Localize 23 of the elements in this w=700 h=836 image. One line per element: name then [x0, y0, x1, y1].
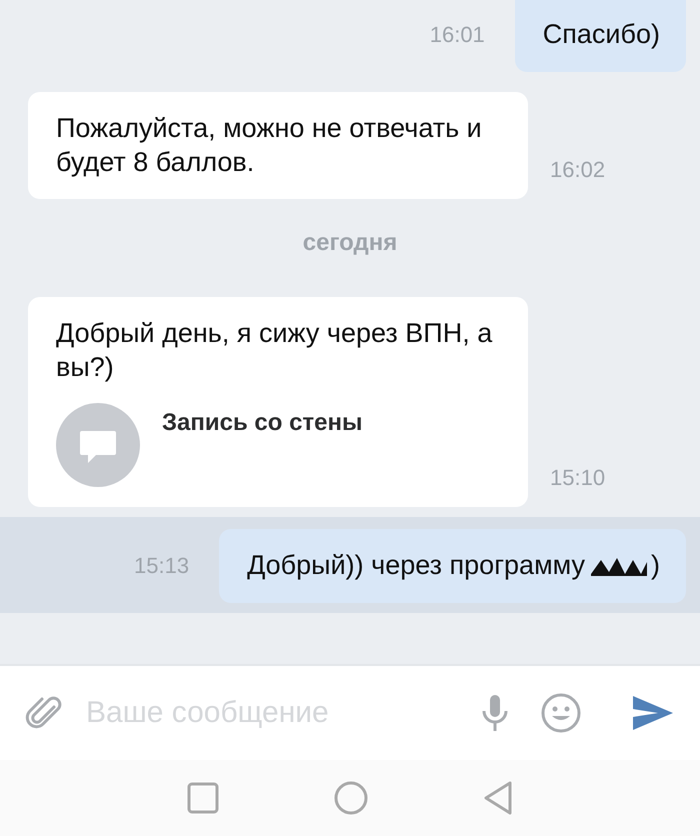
- square-icon[interactable]: [187, 782, 219, 814]
- circle-icon[interactable]: [334, 781, 368, 815]
- message-time: 16:01: [430, 22, 485, 48]
- microphone-icon[interactable]: [480, 693, 510, 733]
- attachment-title[interactable]: Запись со стены: [162, 408, 363, 437]
- message-bubble[interactable]: Спасибо): [514, 0, 686, 72]
- date-separator: сегодня: [302, 229, 398, 258]
- message-text: ): [651, 548, 660, 582]
- message-time: 15:13: [134, 552, 190, 579]
- message-time: 15:10: [550, 464, 606, 491]
- message-bubble[interactable]: Добрый день, я сижу через ВПН, а вы?) Запись со стены: [28, 297, 528, 507]
- message-time: 16:02: [550, 157, 606, 184]
- selected-message-row[interactable]: 15:13 Добрый)) через программу ): [0, 516, 700, 612]
- comment-icon: [56, 402, 140, 487]
- message-text: Добрый)) через программу: [247, 548, 585, 582]
- back-triangle-icon[interactable]: [483, 781, 513, 815]
- message-text: Пожалуйста, можно не отвечать и будет 8 баллов.: [56, 112, 483, 179]
- send-icon[interactable]: [632, 695, 674, 731]
- message-bubble[interactable]: Пожалуйста, можно не отвечать и будет 8 баллов.: [28, 92, 528, 200]
- message-text: Добрый день, я сижу через ВПН, а вы?): [56, 317, 494, 384]
- message-text: Спасибо): [542, 18, 660, 51]
- smiley-icon[interactable]: [540, 692, 582, 734]
- message-bubble[interactable]: Добрый)) через программу ): [219, 528, 686, 602]
